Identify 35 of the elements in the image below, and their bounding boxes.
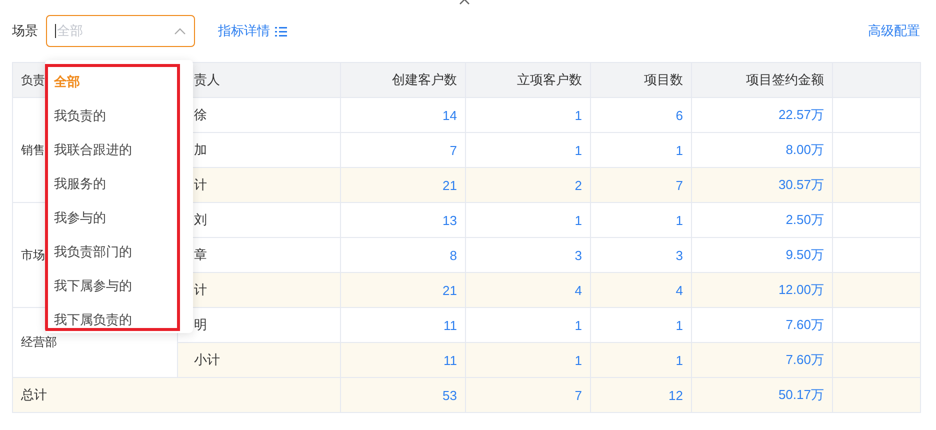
number-cell: 14 — [340, 98, 466, 132]
number-cell: 1 — [590, 202, 692, 238]
number-cell: 2 — [466, 168, 590, 202]
number-cell: 7.60万 — [692, 342, 832, 378]
number-cell: 21 — [340, 168, 466, 202]
number-cell: 2.50万 — [692, 202, 832, 238]
number-cell: 1 — [466, 202, 590, 238]
list-icon — [275, 26, 287, 36]
number-cell: 53 — [340, 378, 466, 412]
number-cell: 13 — [340, 202, 466, 238]
number-cell: 12.00万 — [692, 272, 832, 308]
scene-label: 场景 — [12, 22, 38, 40]
column-header: 创建客户数 — [340, 62, 466, 98]
number-cell: 4 — [466, 272, 590, 308]
number-cell: 21 — [340, 272, 466, 308]
number-cell: 50.17万 — [692, 378, 832, 412]
number-cell: 1 — [590, 342, 692, 378]
number-cell: 12 — [590, 378, 692, 412]
column-header: 项目数 — [590, 62, 692, 98]
chevron-icon — [174, 28, 186, 34]
subtotal-label: 小计 — [178, 342, 340, 378]
total-label: 总计 — [12, 378, 340, 412]
number-cell: 7 — [590, 168, 692, 202]
number-cell: 1 — [466, 98, 590, 132]
number-cell: 22.57万 — [692, 98, 832, 132]
number-cell: 7 — [466, 378, 590, 412]
number-cell: 1 — [466, 342, 590, 378]
column-header: 立项客户数 — [466, 62, 590, 98]
column-header: 项目签约金额 — [692, 62, 832, 98]
number-cell: 4 — [590, 272, 692, 308]
number-cell: 30.57万 — [692, 168, 832, 202]
metric-details-link[interactable]: 指标详情 — [218, 22, 287, 40]
number-cell: 6 — [590, 98, 692, 132]
advanced-settings-link[interactable]: 高级配置 — [868, 22, 920, 40]
number-cell: 11 — [340, 342, 466, 378]
